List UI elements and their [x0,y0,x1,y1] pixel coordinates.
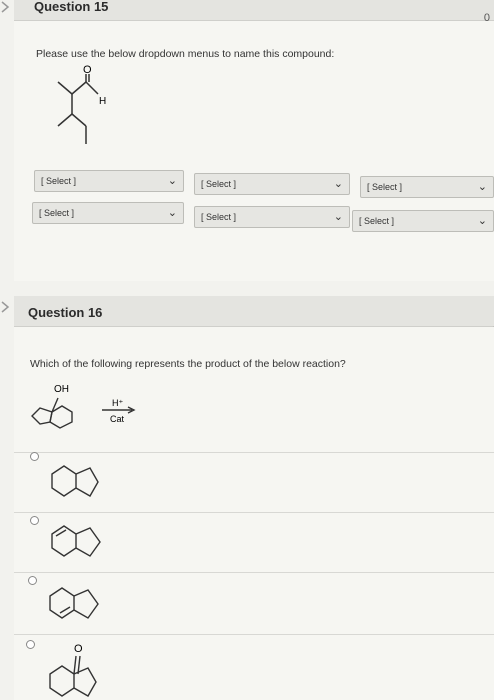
oxygen-label: O [83,64,92,76]
option-a-radio[interactable] [30,452,39,461]
question-prompt: Which of the following represents the pr… [30,358,346,370]
question-title: Question 15 [34,0,109,14]
option-d-radio[interactable] [26,640,35,649]
hydroxyl-label: OH [54,384,69,395]
name-part-dropdown-6[interactable]: [ Select ] ⌄ [352,210,494,232]
name-part-dropdown-3[interactable]: [ Select ] ⌄ [360,176,494,198]
option-b-structure[interactable] [44,518,124,568]
chevron-down-icon: ⌄ [167,175,177,187]
collapse-arrow-icon[interactable] [0,0,14,14]
hydrogen-label: H [99,96,106,107]
oxygen-label: O [74,643,83,655]
aldehyde-structure: O H [57,64,106,144]
name-part-dropdown-2[interactable]: [ Select ] ⌄ [194,173,350,195]
chevron-down-icon: ⌄ [477,181,487,193]
option-b-radio[interactable] [30,516,39,525]
divider [14,512,494,513]
divider [14,572,494,573]
chevron-down-icon: ⌄ [477,215,487,227]
question-prompt: Please use the below dropdown menus to n… [36,48,335,60]
dropdown-value: [ Select ] [367,182,403,192]
option-a-structure[interactable] [44,458,124,508]
reaction-scheme: OH H⁺ Cat [31,384,136,429]
chevron-down-icon: ⌄ [167,207,177,219]
dropdown-value: [ Select ] [41,176,77,186]
dropdown-value: [ Select ] [201,179,237,189]
option-c-radio[interactable] [28,576,37,585]
name-part-dropdown-1[interactable]: [ Select ] ⌄ [34,170,184,192]
dropdown-value: [ Select ] [359,216,395,226]
chevron-down-icon: ⌄ [333,178,343,190]
chevron-down-icon: ⌄ [333,211,343,223]
divider [14,452,494,453]
name-part-dropdown-5[interactable]: [ Select ] ⌄ [194,206,350,228]
question-15-header: Question 15 0 [14,0,494,24]
dropdown-value: [ Select ] [201,212,237,222]
question-title: Question 16 [28,305,103,320]
name-part-dropdown-4[interactable]: [ Select ] ⌄ [32,202,184,224]
option-d-structure[interactable]: O [40,634,130,700]
expand-arrow-icon[interactable] [0,300,12,314]
question-16-header: Question 16 0. [14,296,494,336]
reagent-acid: H⁺ [112,398,123,408]
dropdown-value: [ Select ] [39,208,75,218]
reagent-catalyst: Cat [110,414,125,424]
option-c-structure[interactable] [42,580,122,630]
